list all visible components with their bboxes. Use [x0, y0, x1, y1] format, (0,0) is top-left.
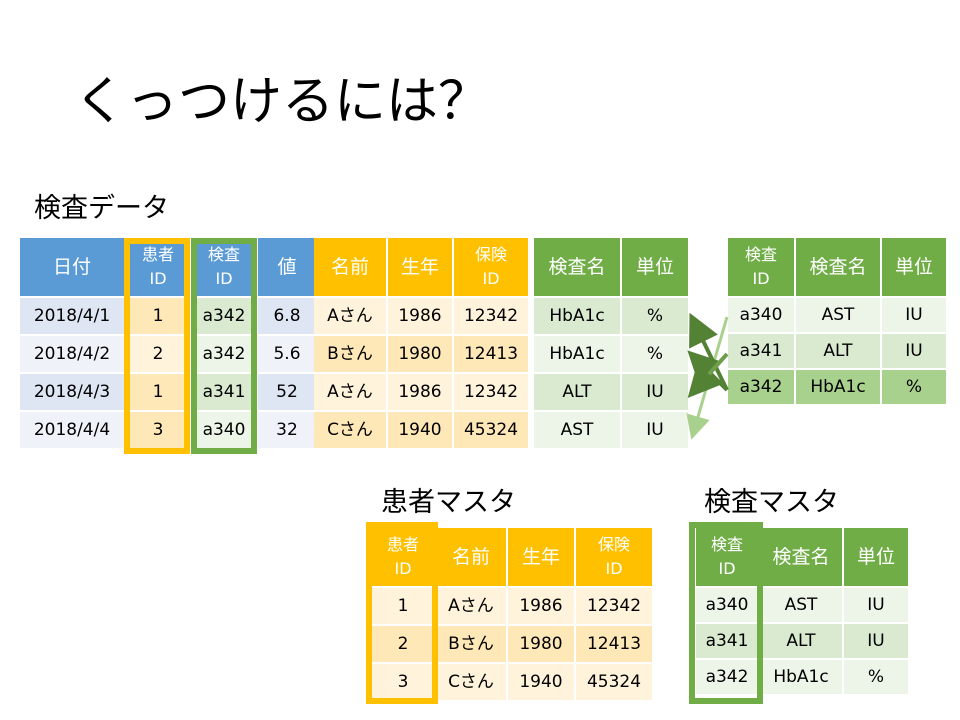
- join-arrows: [686, 312, 729, 440]
